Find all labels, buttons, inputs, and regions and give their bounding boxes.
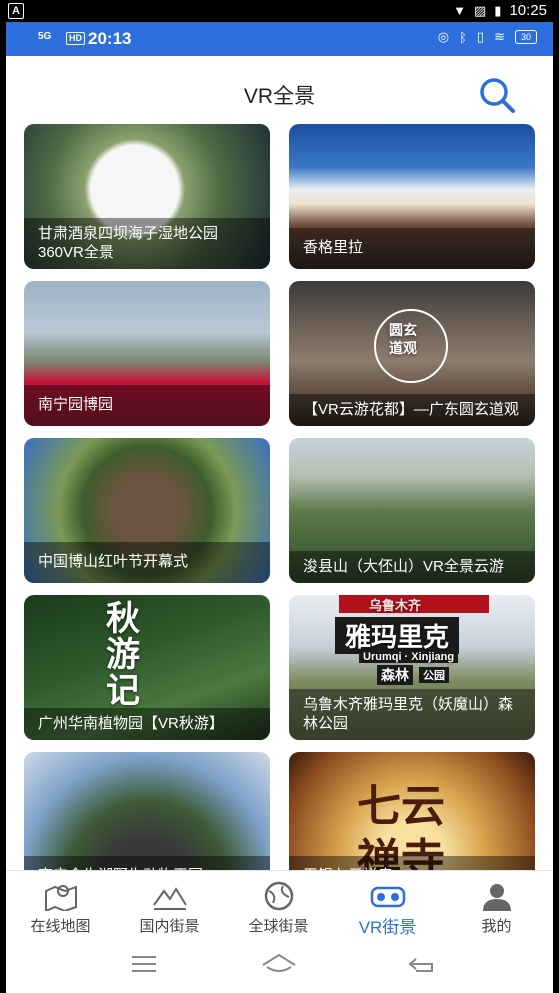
art-park-text: 公园 [419,667,449,683]
tab-label: 我的 [481,918,512,935]
system-nav-bar [6,936,553,993]
back-icon [408,958,433,972]
autumn-tour-art-text: 秋游记 [106,600,140,710]
search-button[interactable] [476,74,518,116]
app-notification-icon: A [8,3,24,19]
vr-card[interactable]: 秋游记 广州华南植物园【VR秋游】 [24,595,270,740]
tab-label: 国内街景 [139,918,200,935]
vr-card[interactable]: 甘肃酒泉四坝海子湿地公园360VR全景 [24,124,270,269]
card-caption: 甘肃酒泉四坝海子湿地公园360VR全景 [24,218,270,269]
home-icon [262,953,296,972]
back-button[interactable] [402,951,442,977]
vr-card[interactable]: 七云 禅寺 无锡七云禅寺 [289,752,535,870]
card-caption: 乌鲁木齐雅玛里克（妖魔山）森林公园 [289,689,535,740]
vr-card-grid: 甘肃酒泉四坝海子湿地公园360VR全景 香格里拉 南宁园博园 圆玄道观 【VR云… [6,124,553,870]
vr-card[interactable]: 圆玄道观 【VR云游花都】—广东圆玄道观 [289,281,535,426]
card-caption: 南宁园博园 [24,385,270,426]
system-status-bar: A ▼ ▨ ▮ 10:25 [0,0,559,22]
art-top-text: 乌鲁木齐 [369,598,422,613]
bluetooth-icon: ᛒ [459,29,467,45]
vr-card[interactable]: 香格里拉 [289,124,535,269]
card-caption: 南宁金牛湖野生动物王国 [24,856,270,870]
mountain-icon [153,887,187,910]
phone-time: 20:13 [88,29,132,48]
art-title-text: 雅玛里克 [335,617,460,654]
tab-label: 在线地图 [30,918,91,935]
no-sim-icon: ▨ [474,2,487,18]
globe-icon [264,881,294,911]
bottom-tab-bar: 在线地图 国内街景 全球街景 VR街景 我的 [6,870,553,937]
art-subtitle-text: Urumqi · Xinjiang [359,651,459,663]
phone-status-bar: 5G HD 20:13 ◎ ᛒ ▯ ≋ 30 [6,22,553,56]
vr-card[interactable]: 南宁金牛湖野生动物王国 [24,752,270,870]
location-icon: ◎ [437,29,450,44]
vr-card[interactable]: 乌鲁木齐 雅玛里克 Urumqi · Xinjiang 森林 公园 乌鲁木齐雅玛… [289,595,535,740]
battery-icon: ▮ [494,2,502,18]
hd-badge: HD [66,32,85,45]
tab-mine[interactable]: 我的 [442,871,551,937]
map-icon [45,885,77,911]
page-title: VR全景 [243,85,316,108]
vr-card[interactable]: 中国博山红叶节开幕式 [24,438,270,583]
wifi-icon: ▼ [453,3,466,18]
wifi-icon: ≋ [494,29,505,44]
card-caption: 无锡七云禅寺 [289,856,535,870]
card-caption: 中国博山红叶节开幕式 [24,542,270,583]
art-forest-text: 森林 [377,665,413,685]
menu-button[interactable] [124,951,164,977]
tab-label: 全球街景 [248,918,309,935]
card-caption: 【VR云游花都】—广东圆玄道观 [289,394,535,426]
battery-indicator: 30 [514,30,537,44]
app-screen: 5G HD 20:13 ◎ ᛒ ▯ ≋ 30 VR全景 甘肃酒泉四坝海子湿地公园… [6,22,553,993]
top-header: VR全景 [6,56,553,124]
menu-icon [132,956,156,972]
card-caption: 浚县山（大伾山）VR全景云游 [289,551,535,583]
home-button[interactable] [259,951,299,977]
vr-headset-icon [370,886,406,908]
vr-card[interactable]: 南宁园博园 [24,281,270,426]
vibrate-icon: ▯ [476,29,485,44]
system-time: 10:25 [509,2,547,19]
card-caption: 香格里拉 [289,228,535,269]
tab-online-map[interactable]: 在线地图 [6,871,115,937]
seal-text: 圆玄道观 [389,322,417,356]
user-icon [483,884,511,911]
vr-card[interactable]: 浚县山（大伾山）VR全景云游 [289,438,535,583]
tab-global-street-view[interactable]: 全球街景 [224,871,333,937]
tab-domestic-street-view[interactable]: 国内街景 [115,871,224,937]
card-caption: 广州华南植物园【VR秋游】 [24,708,270,740]
tab-vr-street-view[interactable]: VR街景 [333,871,442,937]
tab-label: VR街景 [358,918,417,937]
search-icon [480,78,515,113]
network-indicator: 5G [38,31,52,42]
